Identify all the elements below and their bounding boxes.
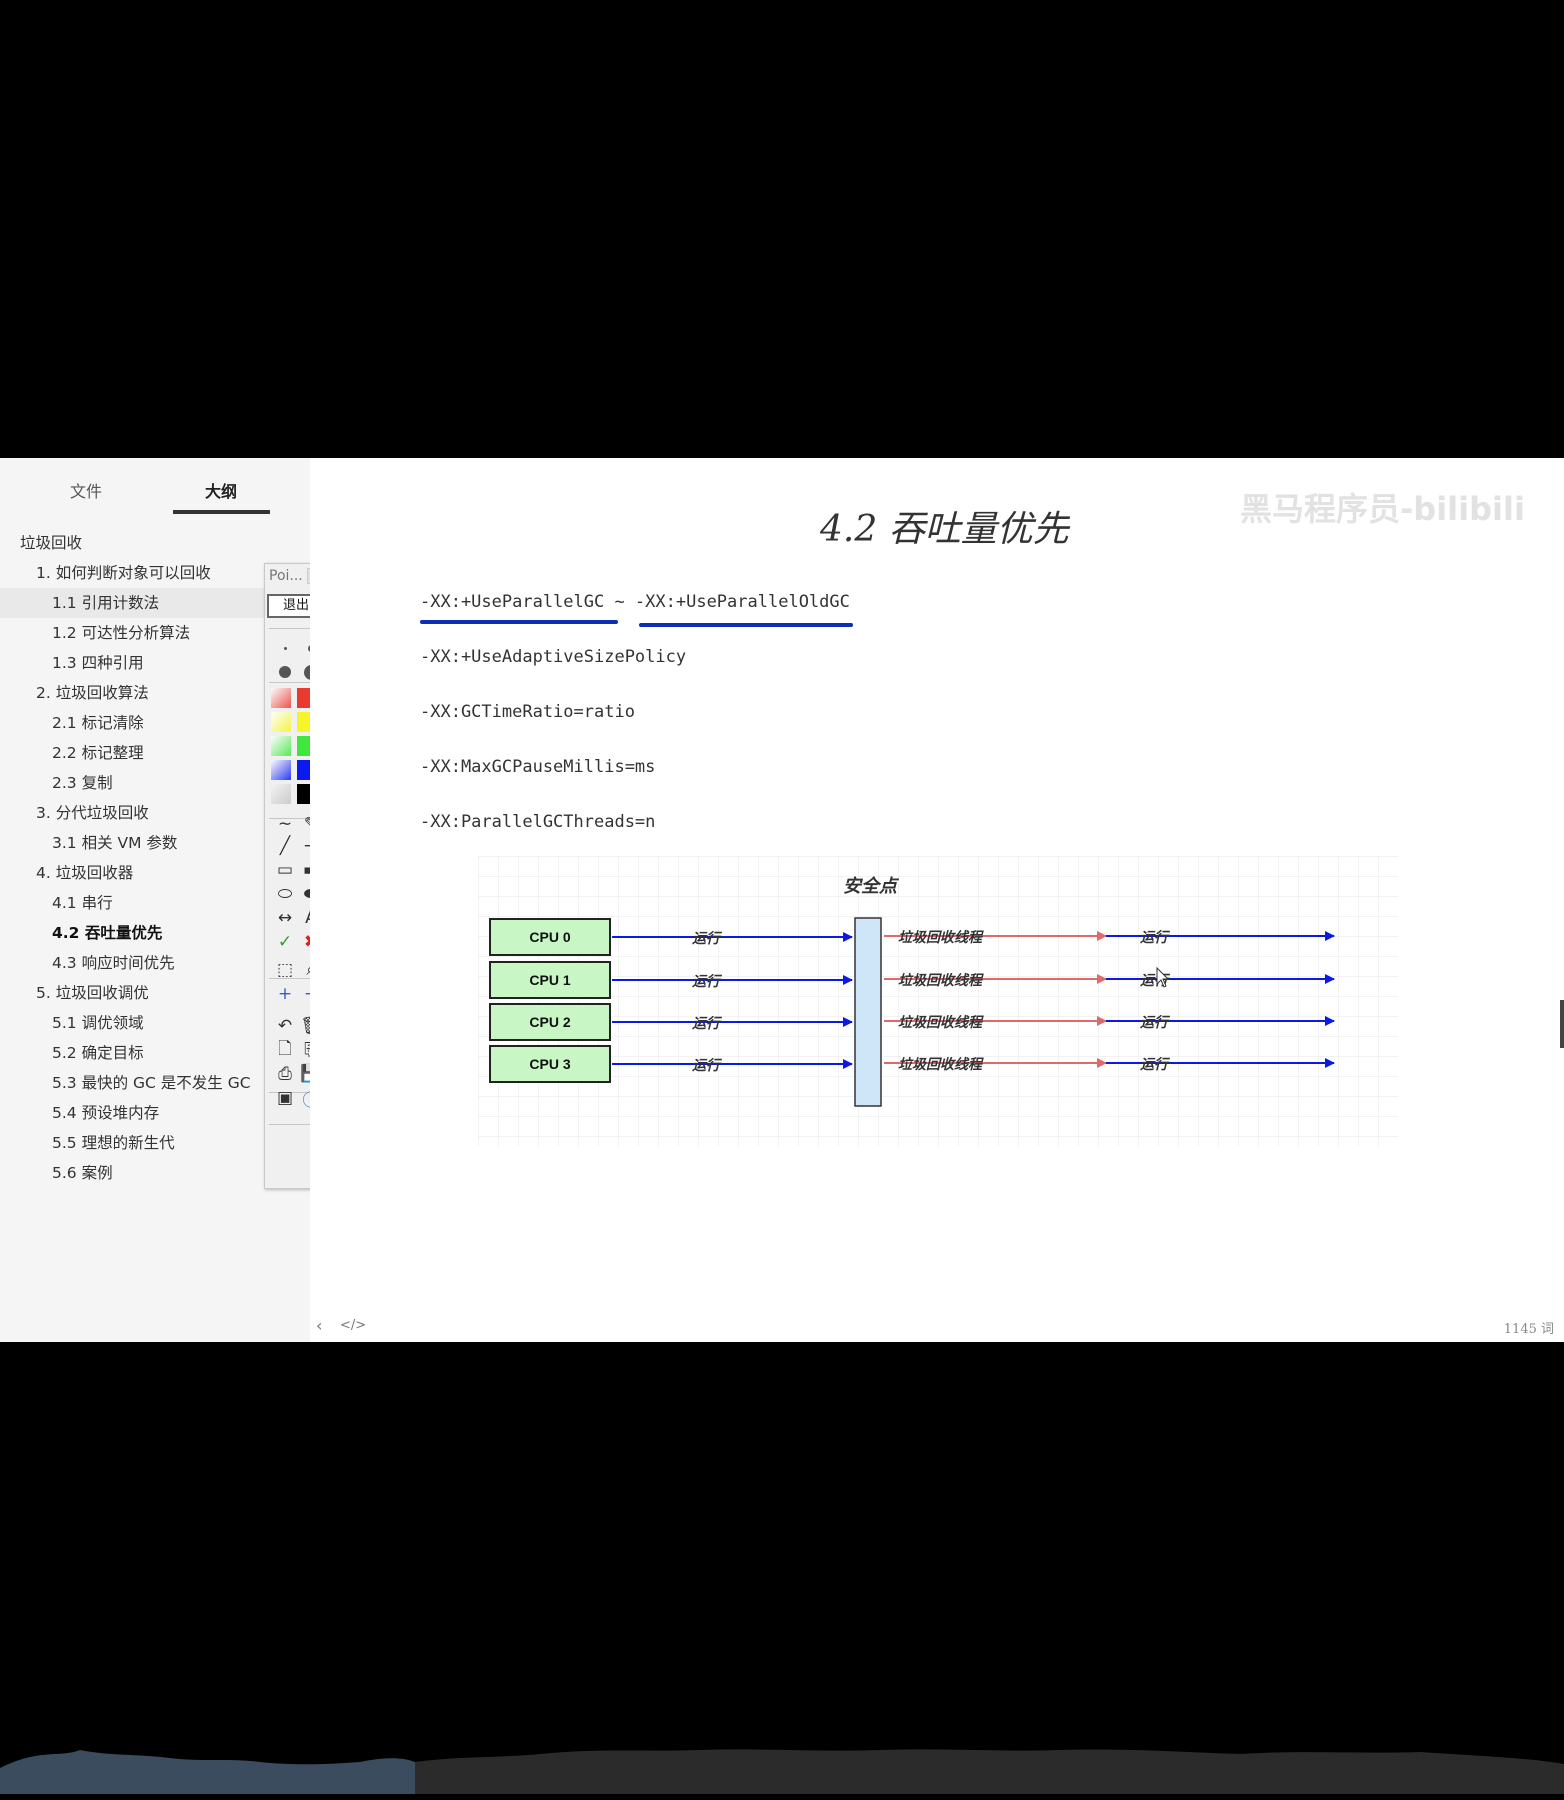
safepoint-label: 安全点	[843, 876, 900, 896]
palette-title: Poi...	[269, 568, 303, 584]
parallel-gc-diagram: 安全点 CPU 0 运行 垃圾回收线程 运行CPU 1 运行 垃圾回收线程 运行CPU 2运…	[478, 856, 1398, 1146]
color-swatch-light[interactable]	[271, 784, 291, 804]
ink-underline	[420, 620, 618, 624]
app-window: 文件 大纲 垃圾回收 1. 如何判断对象可以回收 1.1 引用计数法 1.2 可达性分…	[0, 458, 1564, 1342]
scrollbar-thumb[interactable]	[1560, 1000, 1564, 1048]
watermark: 黑马程序员-bilibili	[1240, 490, 1525, 528]
undo-icon[interactable]: ↶	[273, 1014, 297, 1038]
diagram-grid	[478, 856, 1398, 1146]
code-line: -XX:GCTimeRatio=ratio	[420, 702, 635, 722]
freehand-icon[interactable]: ∼	[273, 812, 297, 836]
waveform-remaining	[415, 1749, 1564, 1794]
editor-status-bar: ‹ </> 1145 词	[310, 1310, 1564, 1342]
safepoint-bar	[854, 917, 882, 1107]
color-swatch-light[interactable]	[271, 712, 291, 732]
color-swatch-light[interactable]	[271, 688, 291, 708]
page-title: 4.2 吞吐量优先	[820, 509, 1069, 550]
tab-files[interactable]: 文件	[70, 478, 102, 502]
ellipse-icon[interactable]: ⬭	[273, 882, 297, 906]
gc-label: 垃圾回收线程	[898, 972, 984, 988]
word-count: 1145 词	[1503, 1322, 1554, 1337]
run-label: 运行	[1140, 1014, 1171, 1030]
run-label: 运行	[692, 973, 723, 989]
outline-item[interactable]: 垃圾回收	[0, 528, 310, 558]
ink-underline	[639, 623, 853, 627]
tab-outline[interactable]: 大纲	[205, 478, 237, 502]
plus-icon[interactable]: +	[273, 982, 297, 1006]
run-label: 运行	[1140, 929, 1171, 945]
line-icon[interactable]: ╱	[273, 834, 297, 858]
pen-size-icon[interactable]	[273, 636, 297, 660]
cpu-label: CPU 1	[529, 972, 570, 988]
gc-label: 垃圾回收线程	[898, 1056, 984, 1072]
color-swatch-light[interactable]	[271, 760, 291, 780]
run-label: 运行	[692, 1057, 723, 1073]
crop-icon[interactable]: ⬚	[273, 958, 297, 982]
audio-waveform	[0, 1749, 1564, 1794]
code-line: -XX:+UseParallelGC ~ -XX:+UseParallelOld…	[420, 592, 850, 612]
code-line: -XX:MaxGCPauseMillis=ms	[420, 757, 656, 777]
print-icon[interactable]: ⎙	[273, 1062, 297, 1086]
waveform-played	[0, 1750, 415, 1794]
run-label: 运行	[692, 930, 723, 946]
gc-label: 垃圾回收线程	[898, 1014, 984, 1030]
cpu-label: CPU 3	[529, 1056, 570, 1072]
cpu-label: CPU 0	[529, 929, 570, 945]
rectangle-icon[interactable]: ▭	[273, 858, 297, 882]
gc-label: 垃圾回收线程	[898, 929, 984, 945]
check-icon[interactable]: ✓	[273, 930, 297, 954]
code-line: -XX:ParallelGCThreads=n	[420, 812, 656, 832]
source-code-icon[interactable]: </>	[340, 1318, 366, 1333]
double-arrow-icon[interactable]: ↔	[273, 906, 297, 930]
active-tab-indicator	[173, 510, 270, 514]
chevron-left-icon[interactable]: ‹	[316, 1316, 322, 1335]
cpu-label: CPU 2	[529, 1014, 570, 1030]
screen-icon[interactable]: ▣	[273, 1086, 297, 1110]
code-line: -XX:+UseAdaptiveSizePolicy	[420, 647, 687, 667]
pen-size-icon[interactable]	[273, 660, 297, 684]
run-label: 运行	[692, 1015, 723, 1031]
new-page-icon[interactable]: 🗋	[273, 1038, 297, 1062]
color-swatch-light[interactable]	[271, 736, 291, 756]
run-label: 运行	[1140, 1056, 1171, 1072]
document-area: 4.2 吞吐量优先 黑马程序员-bilibili -XX:+UseParalle…	[310, 458, 1564, 1342]
sidebar-tabs: 文件 大纲	[0, 458, 310, 516]
